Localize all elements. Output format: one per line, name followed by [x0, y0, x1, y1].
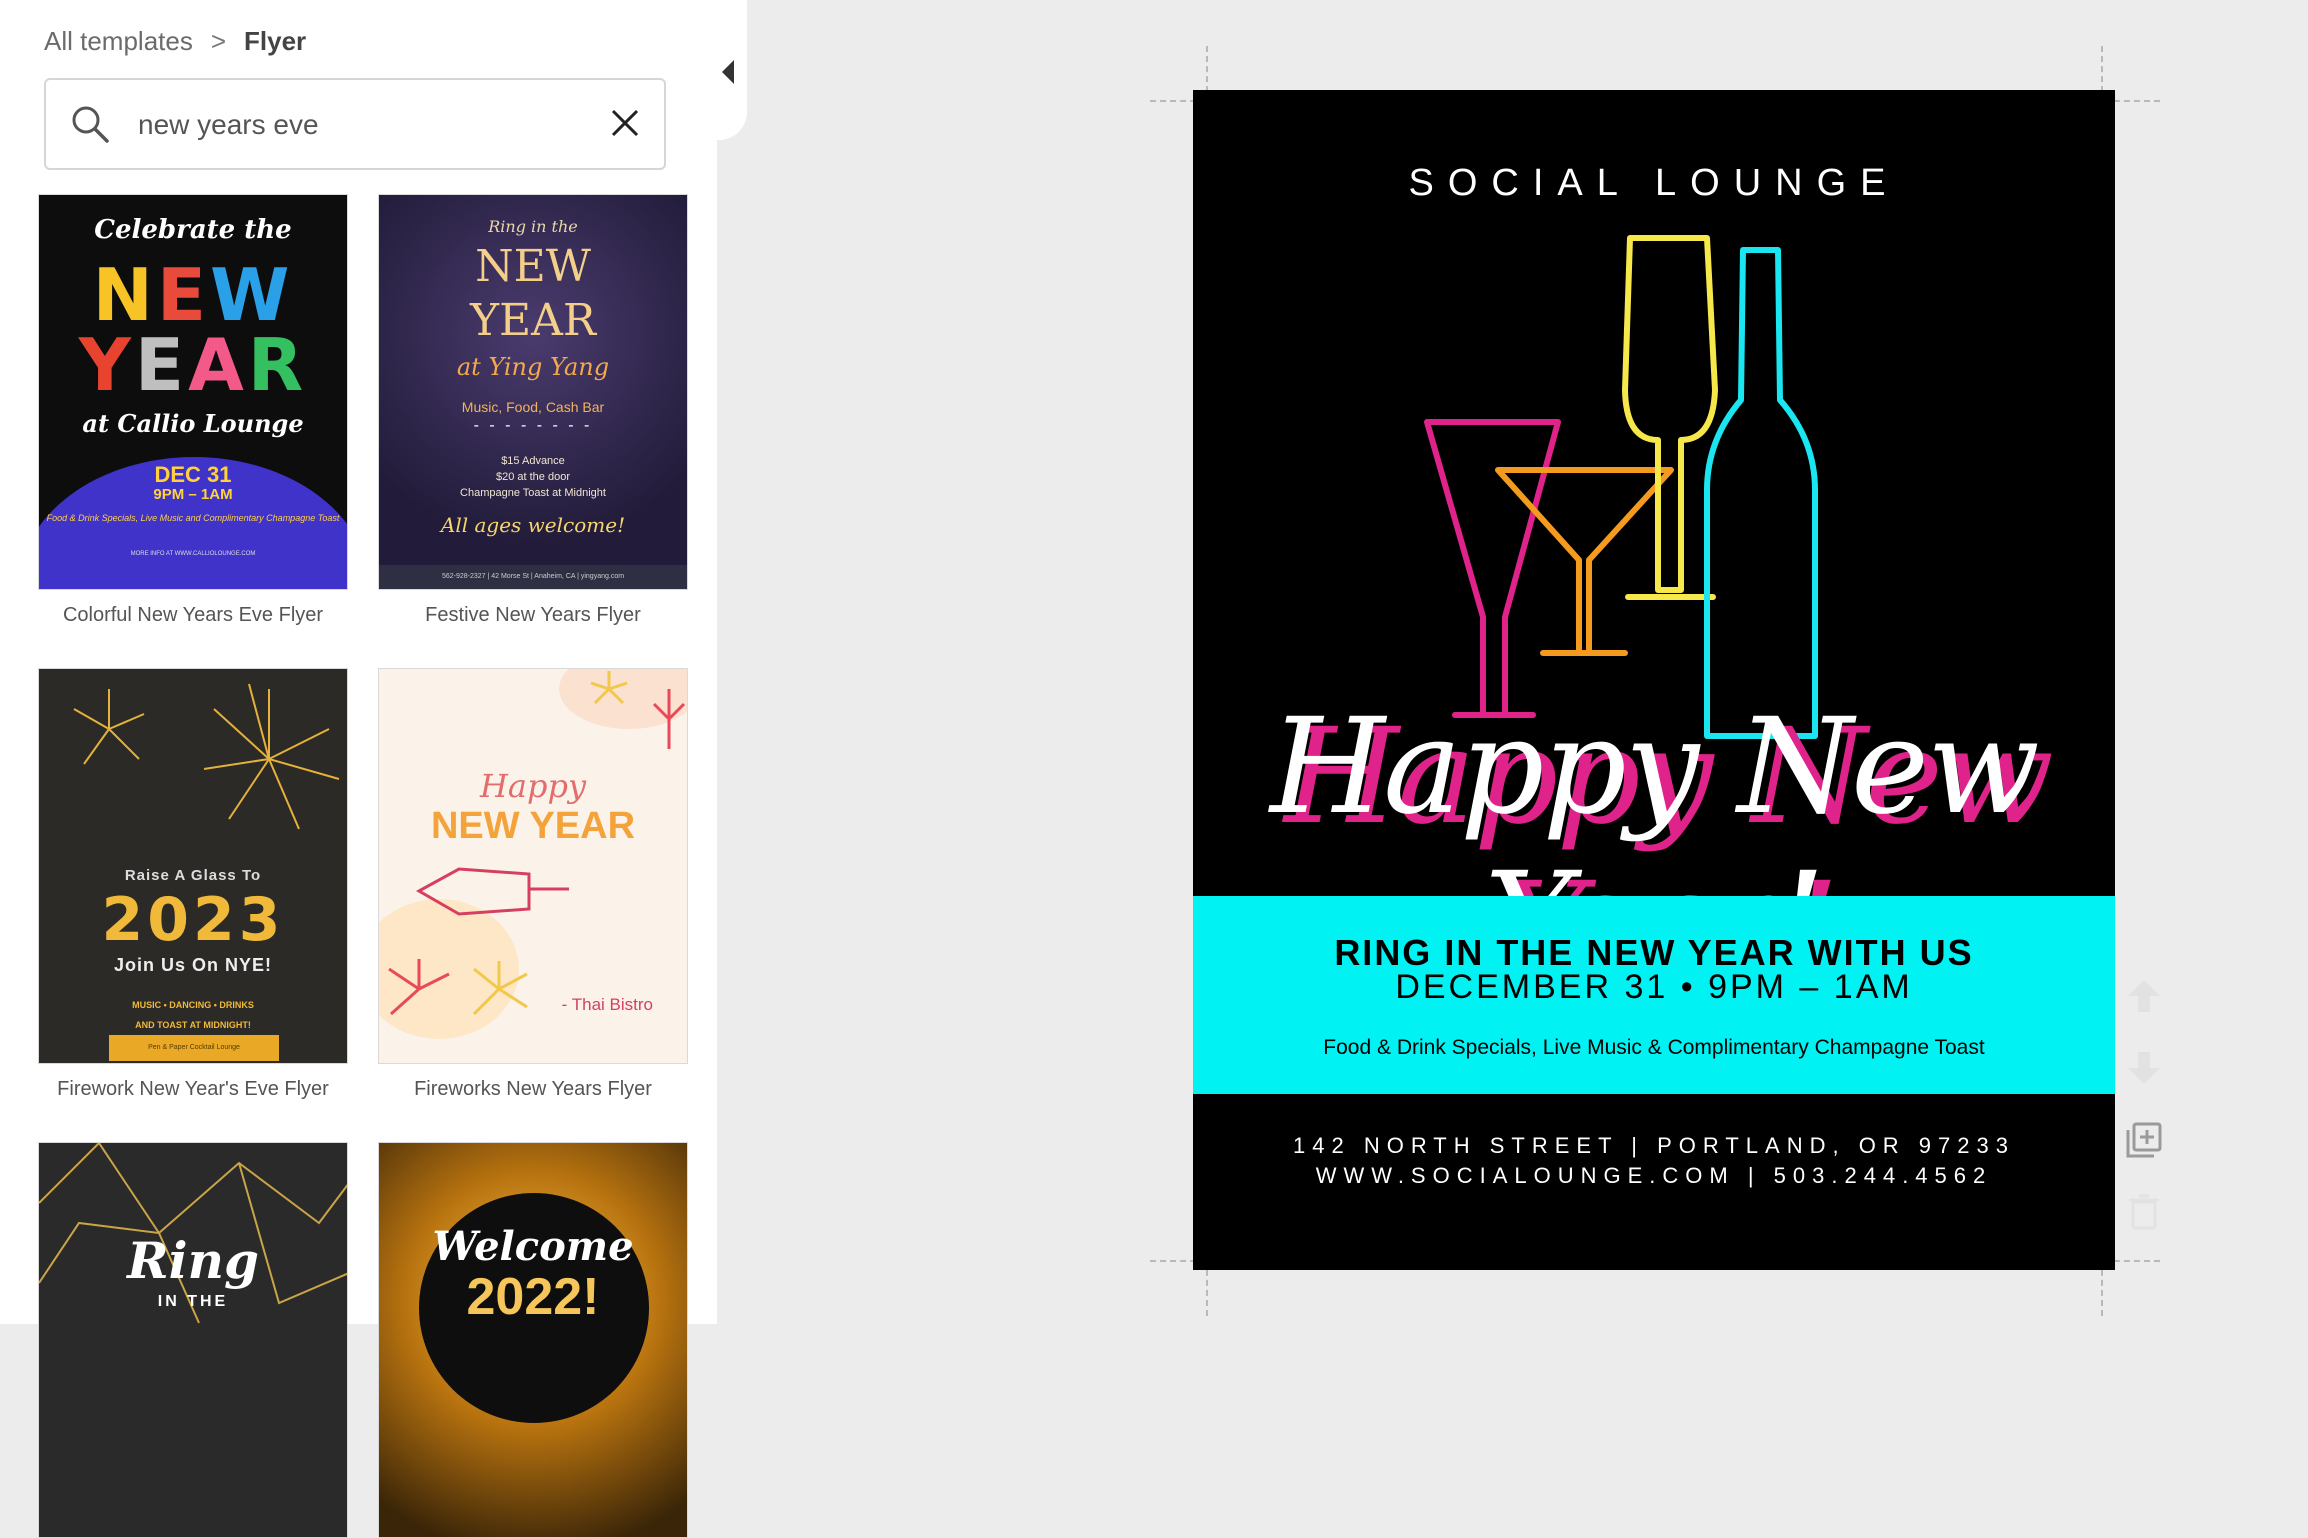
search-icon: [72, 106, 109, 143]
thumb-venue: at Callio Lounge: [82, 409, 304, 438]
breadcrumb: All templates > Flyer: [44, 26, 306, 57]
arrow-down-icon[interactable]: [2124, 1048, 2164, 1088]
thumb-menu: Music, Food, Cash Bar: [461, 399, 605, 415]
thumb-ages: All ages welcome!: [440, 513, 626, 537]
thumb-activities: MUSIC • DANCING • DRINKS AND TOAST AT MI…: [132, 1000, 254, 1030]
template-card-firework-new-years-eve[interactable]: Raise A Glass To 2023 Join Us On NYE! MU…: [38, 668, 348, 1064]
flyer-date-time[interactable]: DECEMBER 31 • 9PM – 1AM: [1193, 968, 2115, 1007]
thumb-welcome-text: Welcome: [432, 1223, 634, 1270]
thumb-raise-text: Raise A Glass To: [124, 867, 262, 884]
breadcrumb-all-templates[interactable]: All templates: [44, 26, 193, 57]
thumb-ring-text: Ring in the: [488, 217, 578, 236]
thumb-year-text: YEAR: [469, 295, 597, 346]
thumb-ring-text: Ring: [127, 1231, 259, 1290]
thumb-new-year-text: NEW YEAR: [430, 805, 636, 847]
arrow-up-icon[interactable]: [2124, 976, 2164, 1016]
collapse-arrow-icon[interactable]: [722, 60, 734, 84]
thumb-venue-bar: Pen & Paper Cocktail Lounge: [109, 1035, 279, 1061]
thumb-script-text: Celebrate the: [94, 215, 292, 245]
template-card-ring-in-the[interactable]: Ring IN THE: [38, 1142, 348, 1538]
search-box: [44, 78, 666, 170]
thumb-year: 2022!: [466, 1268, 600, 1326]
thumb-happy-text: Happy: [479, 767, 587, 805]
flyer-canvas[interactable]: SOCIAL LOUNGE Happy New Year! RING IN TH…: [1193, 90, 2115, 1270]
thumb-join-text: Join Us On NYE!: [113, 955, 272, 975]
flyer-specials[interactable]: Food & Drink Specials, Live Music & Comp…: [1193, 1036, 2115, 1060]
template-card-welcome-2022[interactable]: Welcome 2022!: [378, 1142, 688, 1538]
glasses-bottle-illustration[interactable]: [1193, 90, 2115, 790]
flyer-contact[interactable]: WWW.SOCIALOUNGE.COM | 503.244.4562: [1193, 1163, 2115, 1189]
fireworks-graphic: [73, 683, 340, 830]
thumb-year-text: YEAR: [78, 323, 308, 407]
template-card-festive-new-years[interactable]: Ring in the NEW YEAR at Ying Yang Music,…: [378, 194, 688, 590]
thumb-prices: $15 Advance $20 at the door Champagne To…: [460, 455, 606, 499]
template-sidebar: All templates > Flyer Celebrate the NEW …: [0, 0, 717, 1538]
thumb-date: DEC 31 9PM – 1AM: [153, 462, 233, 504]
breadcrumb-current: Flyer: [244, 26, 307, 56]
flyer-info-band[interactable]: RING IN THE NEW YEAR WITH US DECEMBER 31…: [1193, 896, 2115, 1094]
thumb-new-text: NEW: [475, 241, 591, 292]
breadcrumb-separator: >: [210, 26, 227, 56]
thumb-more-info: MORE INFO AT WWW.CALLIOLOUNGE.COM: [130, 551, 256, 557]
template-card-colorful-new-years-eve[interactable]: Celebrate the NEW YEAR at Callio Lounge …: [38, 194, 348, 590]
template-thumbnail: Welcome 2022!: [379, 1143, 687, 1537]
template-label[interactable]: Fireworks New Years Flyer: [363, 1078, 703, 1101]
template-thumbnail: Celebrate the NEW YEAR at Callio Lounge …: [39, 195, 347, 589]
thumb-year: 2023: [101, 885, 285, 955]
search-input[interactable]: [136, 102, 560, 148]
thumb-in-the-text: IN THE: [157, 1293, 229, 1310]
flyer-address[interactable]: 142 NORTH STREET | PORTLAND, OR 97233: [1193, 1133, 2115, 1159]
template-label[interactable]: Firework New Year's Eve Flyer: [23, 1078, 363, 1101]
thumb-venue: - Thai Bistro: [561, 995, 653, 1014]
template-label[interactable]: Festive New Years Flyer: [363, 604, 703, 627]
template-thumbnail: Raise A Glass To 2023 Join Us On NYE! MU…: [39, 669, 347, 1063]
template-card-fireworks-new-years[interactable]: Happy NEW YEAR - Thai Bistro: [378, 668, 688, 1064]
template-thumbnail: Ring IN THE: [39, 1143, 347, 1537]
thumb-footer: 562-928-2327 | 42 Morse St | Anaheim, CA…: [379, 565, 687, 589]
thumb-divider: - - - - - - - -: [473, 417, 593, 434]
template-label[interactable]: Colorful New Years Eve Flyer: [23, 604, 363, 627]
clear-search-icon[interactable]: [608, 106, 642, 140]
duplicate-page-icon[interactable]: [2124, 1120, 2164, 1160]
trash-icon[interactable]: [2124, 1192, 2164, 1232]
thumb-venue: at Ying Yang: [456, 353, 610, 381]
template-thumbnail: Happy NEW YEAR - Thai Bistro: [379, 669, 687, 1063]
template-thumbnail: Ring in the NEW YEAR at Ying Yang Music,…: [379, 195, 687, 589]
thumb-details: Food & Drink Specials, Live Music and Co…: [46, 513, 340, 523]
